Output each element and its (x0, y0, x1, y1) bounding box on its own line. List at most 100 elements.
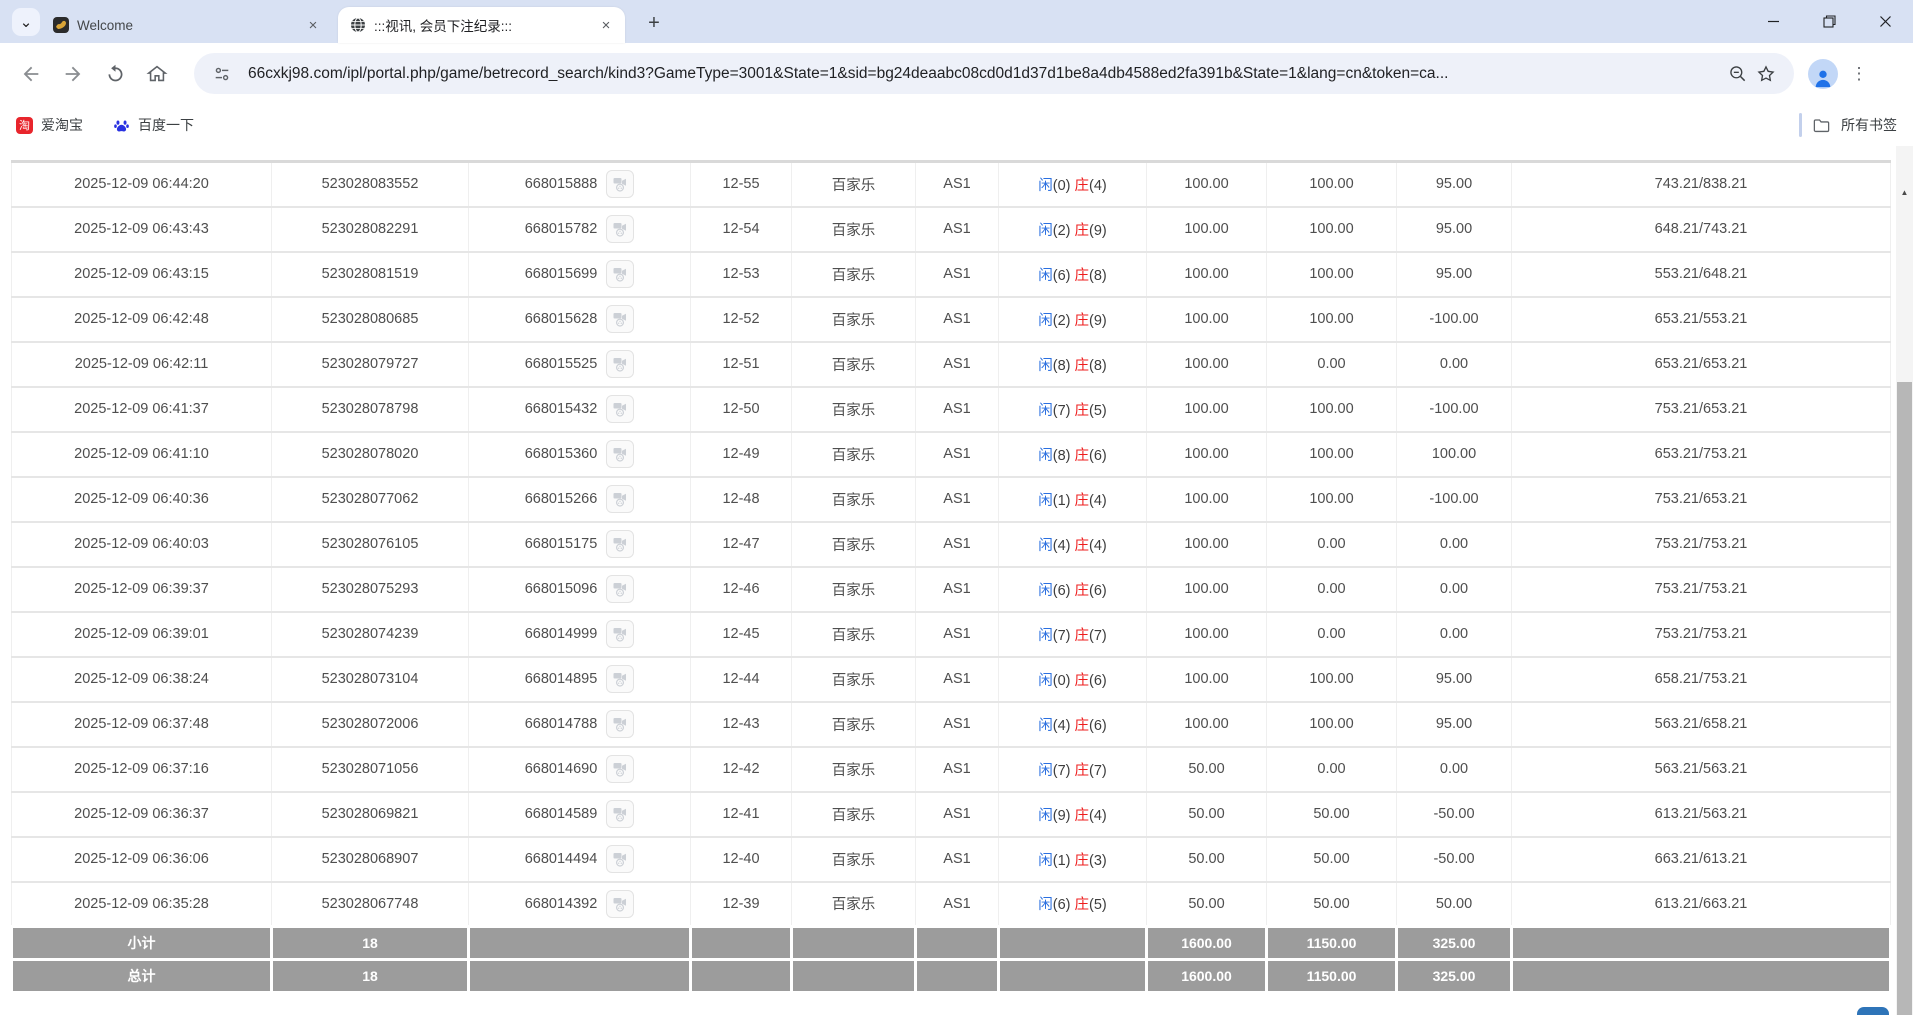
cell-bet-amount[interactable]: 100.00 (1147, 432, 1267, 477)
cell-bet-time: 2025-12-09 06:44:20 (12, 162, 272, 207)
all-bookmarks-label: 所有书签 (1841, 115, 1897, 135)
url-text[interactable]: 66cxkj98.com/ipl/portal.php/game/betreco… (248, 65, 1724, 83)
tab-close-icon[interactable]: × (597, 16, 615, 34)
video-replay-icon[interactable] (606, 800, 634, 828)
summary-winloss-total: 325.00 (1397, 927, 1512, 960)
cell-valid-amount: 50.00 (1267, 882, 1397, 927)
bookmark-star-icon[interactable] (1752, 60, 1780, 88)
video-replay-icon[interactable] (606, 350, 634, 378)
table-row: 2025-12-09 06:39:01523028074239668014999… (12, 612, 1891, 657)
video-replay-icon[interactable] (606, 890, 634, 918)
cell-bet-amount[interactable]: 100.00 (1147, 567, 1267, 612)
video-replay-icon[interactable] (606, 170, 634, 198)
tab-search-chevron-icon[interactable]: ⌄ (12, 8, 40, 36)
cell-balance: 613.21/663.21 (1512, 882, 1891, 927)
cell-bet-amount[interactable]: 50.00 (1147, 837, 1267, 882)
cell-winloss: -100.00 (1397, 297, 1512, 342)
bet-table-footer: 小计181600.001150.00325.00总计181600.001150.… (12, 927, 1891, 993)
cell-game-type: 百家乐 (792, 522, 916, 567)
cell-bet-amount[interactable]: 50.00 (1147, 792, 1267, 837)
video-replay-icon[interactable] (606, 755, 634, 783)
cell-game-type: 百家乐 (792, 342, 916, 387)
site-settings-icon[interactable] (208, 60, 236, 88)
video-replay-icon[interactable] (606, 710, 634, 738)
cell-table: AS1 (916, 837, 999, 882)
cell-winloss: 95.00 (1397, 657, 1512, 702)
cell-game-id: 668015432 (469, 387, 691, 432)
profile-avatar[interactable] (1808, 59, 1838, 89)
back-to-top-button[interactable] (1857, 1007, 1889, 1015)
cell-bet-amount[interactable]: 100.00 (1147, 252, 1267, 297)
video-replay-icon[interactable] (606, 845, 634, 873)
cell-bet-amount[interactable]: 50.00 (1147, 747, 1267, 792)
cell-bet-time: 2025-12-09 06:41:10 (12, 432, 272, 477)
tab-welcome[interactable]: Welcome × (41, 7, 332, 43)
video-replay-icon[interactable] (606, 485, 634, 513)
cell-game-id: 668014690 (469, 747, 691, 792)
cell-bet-amount[interactable]: 50.00 (1147, 882, 1267, 927)
video-replay-icon[interactable] (606, 620, 634, 648)
cell-bet-amount[interactable]: 100.00 (1147, 207, 1267, 252)
cell-game-id: 668015782 (469, 207, 691, 252)
forward-icon[interactable] (56, 57, 90, 91)
cell-bet-amount[interactable]: 100.00 (1147, 387, 1267, 432)
cell-bet-amount[interactable]: 100.00 (1147, 657, 1267, 702)
video-replay-icon[interactable] (606, 440, 634, 468)
cell-valid-amount: 100.00 (1267, 477, 1397, 522)
table-row: 2025-12-09 06:41:10523028078020668015360… (12, 432, 1891, 477)
home-icon[interactable] (140, 57, 174, 91)
table-row: 2025-12-09 06:38:24523028073104668014895… (12, 657, 1891, 702)
page-scrollbar[interactable]: ▲ (1896, 146, 1913, 1015)
cell-order-id: 523028078020 (272, 432, 469, 477)
cell-valid-amount: 0.00 (1267, 567, 1397, 612)
video-replay-icon[interactable] (606, 575, 634, 603)
cell-round: 12-50 (691, 387, 792, 432)
cell-round: 12-49 (691, 432, 792, 477)
video-replay-icon[interactable] (606, 530, 634, 558)
cell-winloss: 95.00 (1397, 207, 1512, 252)
cell-game-type: 百家乐 (792, 612, 916, 657)
cell-result: 闲(9) 庄(4) (999, 792, 1147, 837)
tab-close-icon[interactable]: × (304, 16, 322, 34)
cell-result: 闲(2) 庄(9) (999, 207, 1147, 252)
new-tab-button[interactable]: + (639, 8, 669, 38)
cell-bet-time: 2025-12-09 06:42:11 (12, 342, 272, 387)
tab-betrecord[interactable]: :::视讯, 会员下注纪录::: × (338, 7, 625, 43)
cell-result: 闲(4) 庄(4) (999, 522, 1147, 567)
cell-order-id: 523028069821 (272, 792, 469, 837)
video-replay-icon[interactable] (606, 395, 634, 423)
cell-bet-amount[interactable]: 100.00 (1147, 162, 1267, 207)
bookmark-aitaobao[interactable]: 淘 爱淘宝 (16, 115, 83, 135)
scrollbar-up-icon[interactable]: ▲ (1896, 184, 1913, 200)
cell-balance: 753.21/753.21 (1512, 567, 1891, 612)
cell-bet-amount[interactable]: 100.00 (1147, 522, 1267, 567)
scrollbar-thumb[interactable] (1897, 382, 1912, 1015)
cell-bet-amount[interactable]: 100.00 (1147, 297, 1267, 342)
window-minimize-button[interactable] (1745, 0, 1801, 43)
video-replay-icon[interactable] (606, 215, 634, 243)
reload-icon[interactable] (98, 57, 132, 91)
address-bar[interactable]: 66cxkj98.com/ipl/portal.php/game/betreco… (194, 53, 1794, 94)
cell-order-id: 523028078798 (272, 387, 469, 432)
cell-bet-amount[interactable]: 100.00 (1147, 342, 1267, 387)
cell-bet-amount[interactable]: 100.00 (1147, 612, 1267, 657)
back-icon[interactable] (14, 57, 48, 91)
window-restore-button[interactable] (1801, 0, 1857, 43)
cell-table: AS1 (916, 387, 999, 432)
video-replay-icon[interactable] (606, 305, 634, 333)
browser-menu-icon[interactable]: ⋮ (1846, 59, 1872, 89)
cell-bet-amount[interactable]: 100.00 (1147, 477, 1267, 522)
summary-count: 18 (272, 927, 469, 960)
cell-bet-amount[interactable]: 100.00 (1147, 702, 1267, 747)
cell-round: 12-43 (691, 702, 792, 747)
video-replay-icon[interactable] (606, 665, 634, 693)
zoom-out-icon[interactable] (1724, 60, 1752, 88)
cell-valid-amount: 100.00 (1267, 162, 1397, 207)
table-row: 2025-12-09 06:43:15523028081519668015699… (12, 252, 1891, 297)
window-close-button[interactable] (1857, 0, 1913, 43)
table-row: 2025-12-09 06:37:48523028072006668014788… (12, 702, 1891, 747)
bookmark-baidu[interactable]: 百度一下 (113, 115, 194, 135)
video-replay-icon[interactable] (606, 260, 634, 288)
cell-game-id: 668014999 (469, 612, 691, 657)
all-bookmarks-button[interactable]: 所有书签 (1799, 113, 1897, 137)
